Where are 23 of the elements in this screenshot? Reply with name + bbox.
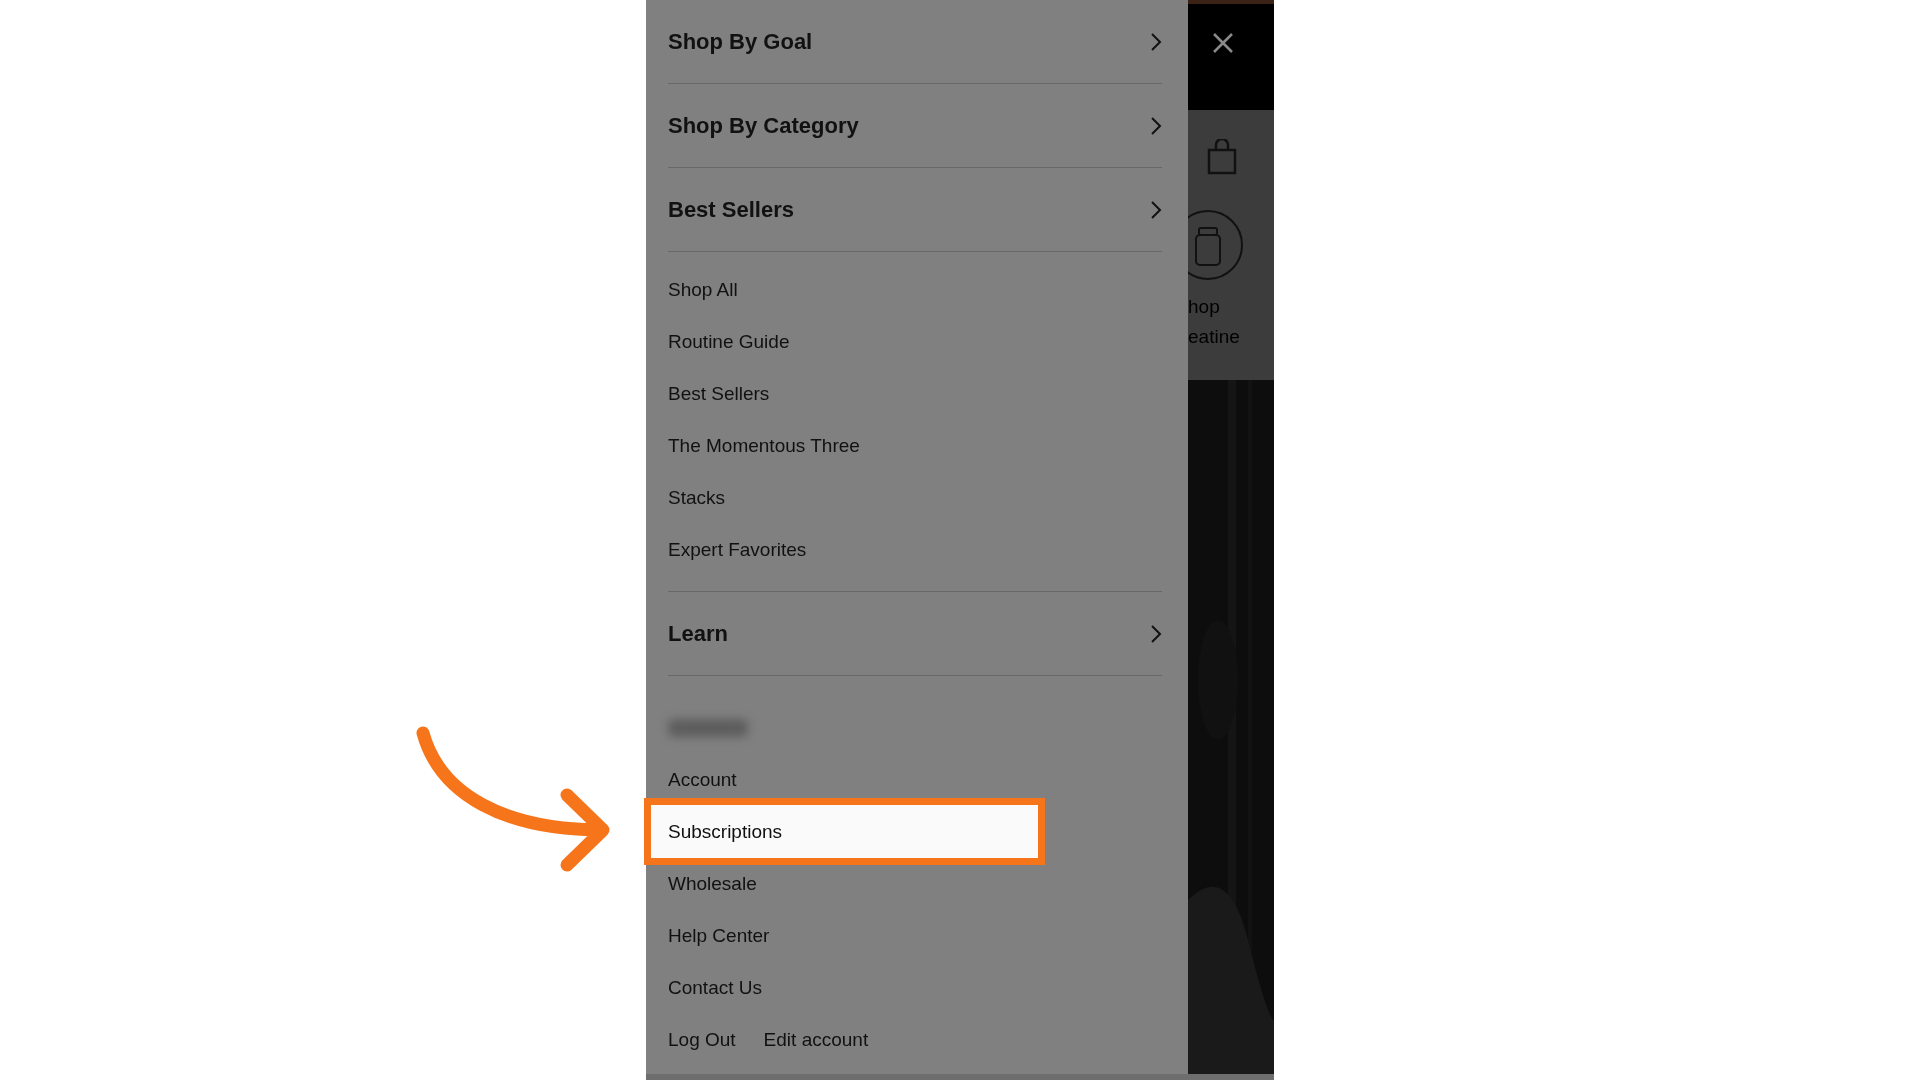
menu-link[interactable]: Expert Favorites [668,524,1162,576]
menu-section[interactable]: Learn [668,592,1162,676]
chevron-right-icon [1150,199,1162,220]
chevron-right-icon [1150,31,1162,52]
chevron-right-icon [1150,623,1162,644]
menu-link[interactable]: The Momentous Three [668,420,1162,472]
menu-link[interactable]: Help Center [668,910,1162,962]
category-label: hop [1188,295,1221,319]
category-label: eatine [1188,325,1241,349]
chevron-right-icon [1150,115,1162,136]
highlighted-menu-link[interactable]: Subscriptions [644,798,1045,865]
close-icon[interactable] [1212,32,1234,54]
menu-link[interactable]: Best Sellers [668,368,1162,420]
menu-link[interactable]: Contact Us [668,962,1162,1014]
bottle-icon [1188,209,1244,281]
menu-section[interactable]: Best Sellers [668,168,1162,252]
menu-link[interactable]: Routine Guide [668,316,1162,368]
footer-link[interactable]: Log Out [668,1014,736,1066]
menu-section[interactable]: Shop By Category [668,84,1162,168]
menu-link[interactable]: Stacks [668,472,1162,524]
menu-link[interactable]: Shop All [668,264,1162,316]
menu-section[interactable]: Shop By Goal [668,0,1162,84]
footer-link[interactable]: Edit account [763,1014,869,1066]
